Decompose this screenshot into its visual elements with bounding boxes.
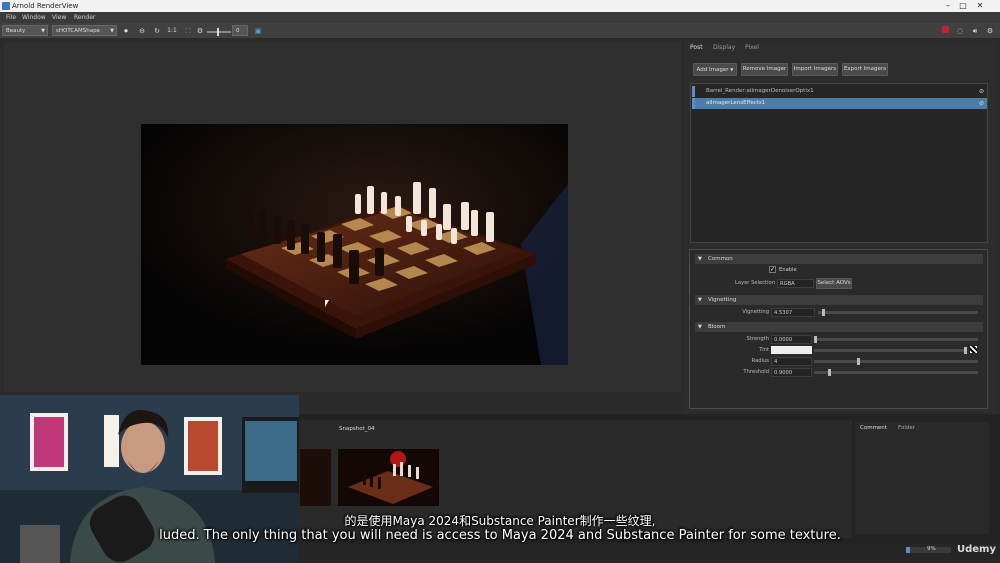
tint-slider[interactable]	[814, 349, 964, 352]
vignetting-label: Vignetting	[742, 309, 769, 315]
strength-slider-handle[interactable]	[814, 336, 817, 343]
tab-folder[interactable]: Folder	[898, 425, 915, 431]
threshold-slider[interactable]	[814, 371, 978, 374]
radius-slider[interactable]	[814, 360, 978, 363]
section-bloom-title: Bloom	[708, 324, 726, 330]
imager-row-label: Barrel_Render:aiImagerDenoiserOptix1	[706, 88, 814, 94]
tint-swatch[interactable]	[771, 346, 812, 354]
add-imager-label: Add Imager	[696, 67, 729, 73]
enable-label: Enable	[779, 267, 797, 273]
toolbar: Beauty ▼ sHOTCAMShape ▼ ⏺ ⊖ ↻ 1:1 ⛶ ⚙ 0 …	[0, 23, 1000, 39]
vignetting-field[interactable]: 4.5307	[771, 308, 815, 317]
render-image	[141, 124, 568, 365]
select-aovs-button[interactable]: Select AOVs	[816, 278, 852, 289]
ipr-icon[interactable]: ◌	[955, 26, 965, 36]
imager-row-label: aiImagerLensEffects1	[706, 100, 766, 106]
radius-field[interactable]: 4	[771, 357, 812, 366]
arnold-app-icon	[2, 2, 10, 10]
expand-triangle-icon: ▼	[698, 297, 702, 303]
imager-row[interactable]: Barrel_Render:aiImagerDenoiserOptix1 ⊘	[692, 86, 987, 97]
threshold-label: Threshold	[743, 369, 769, 375]
color-picker-icon[interactable]	[970, 346, 977, 353]
tint-label: Tint	[759, 347, 769, 353]
exposure-slider-handle[interactable]	[217, 28, 219, 36]
subtitle-line-english: luded. The only thing that you will need…	[159, 528, 841, 543]
layer-selection-field[interactable]: RGBA	[777, 279, 814, 288]
camera-dropdown[interactable]: sHOTCAMShape ▼	[52, 25, 117, 36]
imager-list: Barrel_Render:aiImagerDenoiserOptix1 ⊘ a…	[690, 83, 988, 243]
menu-render[interactable]: Render	[74, 12, 95, 23]
snapshot-thumbnail[interactable]	[300, 449, 331, 506]
enable-checkbox[interactable]: ✓	[769, 266, 776, 273]
chevron-down-icon: ▼	[41, 28, 45, 34]
export-imagers-button[interactable]: Export Imagers	[842, 63, 888, 76]
section-vignetting[interactable]: ▼ Vignetting	[695, 295, 983, 305]
tab-comment[interactable]: Comment	[860, 425, 887, 431]
section-vignetting-title: Vignetting	[708, 297, 737, 303]
maximize-icon[interactable]: □	[956, 0, 970, 12]
layer-selection-label: Layer Selection	[734, 280, 775, 286]
stop-render-icon[interactable]	[940, 26, 950, 36]
render-progress-text: 9%	[927, 546, 936, 552]
region-icon[interactable]: ⊖	[137, 26, 147, 36]
disable-icon[interactable]: ⊘	[979, 86, 984, 97]
exposure-value: 0	[236, 28, 240, 34]
snapshot-label: Snapshot_04	[339, 426, 375, 432]
camera-dropdown-value: sHOTCAMShape	[56, 28, 100, 34]
tab-display[interactable]: Display	[713, 44, 735, 51]
settings-icon[interactable]: ⚙	[195, 26, 205, 36]
remove-imager-button[interactable]: Remove Imager	[741, 63, 788, 76]
strength-slider[interactable]	[814, 338, 978, 341]
tab-post[interactable]: Post	[690, 44, 703, 51]
section-bloom[interactable]: ▼ Bloom	[695, 322, 983, 332]
arnold-renderview-window: Arnold RenderView – □ ✕ File Window View…	[0, 0, 1000, 563]
vignetting-slider-handle[interactable]	[822, 309, 825, 316]
options-gear-icon[interactable]: ⚙	[985, 26, 995, 36]
aov-dropdown[interactable]: Beauty ▼	[2, 25, 48, 36]
threshold-field[interactable]: 0.9000	[771, 368, 812, 377]
window-title: Arnold RenderView	[12, 2, 79, 10]
close-icon[interactable]: ✕	[973, 0, 987, 12]
threshold-slider-handle[interactable]	[828, 369, 831, 376]
audio-icon[interactable]: 🔊︎	[970, 26, 980, 36]
imager-row-marker	[692, 98, 695, 109]
chevron-down-icon: ▼	[110, 28, 114, 34]
expand-triangle-icon: ▼	[698, 256, 702, 262]
imager-row-selected[interactable]: aiImagerLensEffects1 ⊘	[692, 98, 987, 109]
snapshot-thumbnail[interactable]	[338, 449, 439, 506]
menu-bar: File Window View Render	[0, 12, 1000, 23]
render-progress-fill	[906, 547, 911, 553]
add-imager-button[interactable]: Add Imager ▼	[693, 63, 737, 76]
subtitle-line-chinese: 的是使用Maya 2024和Substance Painter制作一些纹理,	[344, 514, 656, 528]
import-imagers-button[interactable]: Import Imagers	[792, 63, 838, 76]
section-common[interactable]: ▼ Common	[695, 254, 983, 264]
udemy-watermark: Udemy	[957, 544, 996, 555]
expand-triangle-icon: ▼	[698, 324, 702, 330]
render-icon[interactable]: ⏺	[121, 26, 131, 36]
tint-slider-handle[interactable]	[964, 347, 967, 354]
snapshot-icon[interactable]: ▣	[253, 26, 263, 36]
disable-icon[interactable]: ⊘	[979, 98, 984, 109]
imager-row-marker	[692, 86, 695, 97]
refresh-icon[interactable]: ↻	[152, 26, 162, 36]
radius-slider-handle[interactable]	[857, 358, 860, 365]
vignetting-slider[interactable]	[818, 311, 978, 314]
strength-field[interactable]: 0.0000	[771, 335, 812, 344]
aov-dropdown-value: Beauty	[6, 28, 26, 34]
strength-label: Strength	[746, 336, 769, 342]
radius-label: Radius	[751, 358, 769, 364]
menu-window[interactable]: Window	[22, 12, 46, 23]
exposure-field[interactable]: 0	[232, 25, 248, 36]
ratio-label[interactable]: 1:1	[165, 26, 179, 36]
exposure-slider[interactable]	[207, 28, 231, 36]
menu-view[interactable]: View	[52, 12, 66, 23]
menu-file[interactable]: File	[6, 12, 16, 23]
mouse-cursor-icon	[325, 300, 329, 307]
chevron-down-icon: ▼	[730, 67, 734, 72]
section-common-title: Common	[708, 256, 733, 262]
minimize-icon[interactable]: –	[941, 0, 955, 12]
tab-pixel[interactable]: Pixel	[745, 44, 759, 51]
crop-icon[interactable]: ⛶	[183, 26, 193, 36]
title-bar: Arnold RenderView – □ ✕	[0, 0, 1000, 12]
